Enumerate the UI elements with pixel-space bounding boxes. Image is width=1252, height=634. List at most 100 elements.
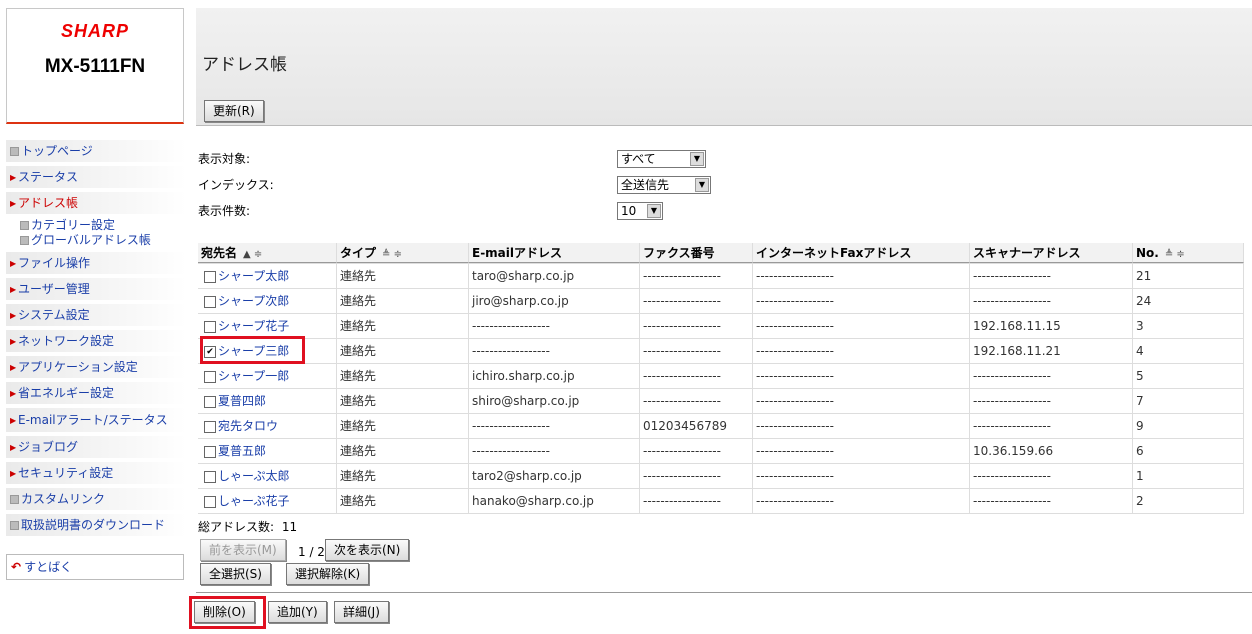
sidebar-item[interactable]: グローバルアドレス帳: [6, 233, 186, 248]
table-cell-fax: ------------------: [640, 389, 753, 413]
table-cell-scanner: ------------------: [970, 389, 1133, 413]
table-cell-ifax: ------------------: [753, 489, 970, 513]
cell-value: ------------------: [973, 294, 1051, 308]
sidebar-item[interactable]: ▶ アプリケーション設定: [6, 356, 186, 378]
total-address-count: 総アドレス数: 11: [198, 518, 297, 535]
display-count-select[interactable]: 10 ▼: [617, 202, 663, 220]
cell-value: ------------------: [973, 369, 1051, 383]
next-page-button[interactable]: 次を表示(N): [325, 539, 410, 561]
row-checkbox[interactable]: [204, 270, 216, 283]
contact-name-link[interactable]: 夏普五郎: [218, 444, 266, 458]
table-cell-no: 6: [1133, 439, 1244, 463]
delete-button[interactable]: 削除(O): [194, 601, 255, 623]
row-checkbox[interactable]: [204, 470, 216, 483]
row-checkbox[interactable]: [204, 445, 216, 458]
row-checkbox[interactable]: [204, 370, 216, 383]
cell-value: 連絡先: [340, 369, 377, 383]
contact-name-link[interactable]: 夏普四郎: [218, 394, 266, 408]
triangle-bullet-icon: ▶: [10, 388, 17, 398]
column-header[interactable]: タイプ ≜ ≑: [337, 243, 469, 263]
table-cell-scanner: ------------------: [970, 464, 1133, 488]
column-header[interactable]: インターネットFaxアドレス: [753, 243, 970, 263]
sidebar-item[interactable]: ▶ ネットワーク設定: [6, 330, 186, 352]
sort-icon[interactable]: ≜ ≑: [382, 249, 402, 260]
contact-name-link[interactable]: しゃーぷ太郎: [218, 469, 290, 483]
contact-name-link[interactable]: シャープ一郎: [218, 369, 289, 383]
column-header-label: スキャナーアドレス: [973, 246, 1081, 260]
sidebar-item-label: アドレス帳: [18, 196, 79, 210]
cell-value: 6: [1136, 444, 1144, 458]
display-target-select[interactable]: すべて ▼: [617, 150, 706, 168]
table-cell-name: しゃーぷ太郎: [198, 464, 337, 488]
sidebar-item[interactable]: ▶ ジョブログ: [6, 436, 186, 458]
display-count-value: 10: [621, 204, 637, 218]
cell-value: ------------------: [973, 469, 1051, 483]
table-cell-fax: 01203456789: [640, 414, 753, 438]
column-header[interactable]: E-mailアドレス: [469, 243, 640, 263]
sidebar-item[interactable]: ▶ セキュリティ設定: [6, 462, 186, 484]
sidebar-item[interactable]: 取扱説明書のダウンロード: [6, 514, 186, 536]
select-all-button[interactable]: 全選択(S): [200, 563, 271, 585]
sidebar-item[interactable]: ▶ ユーザー管理: [6, 278, 186, 300]
table-cell-type: 連絡先: [337, 339, 469, 363]
row-checkbox[interactable]: [204, 320, 216, 333]
cell-value: ------------------: [756, 444, 834, 458]
sidebar-item[interactable]: ▶ ファイル操作: [6, 252, 186, 274]
contact-name-link[interactable]: シャープ次郎: [218, 294, 289, 308]
sidebar-item[interactable]: トップページ: [6, 140, 186, 162]
cell-value: ------------------: [973, 394, 1051, 408]
contact-name-link[interactable]: しゃーぷ花子: [218, 494, 290, 508]
column-header[interactable]: No. ≜ ≑: [1133, 243, 1244, 263]
cell-value: 24: [1136, 294, 1152, 308]
sidebar-item[interactable]: ▶ システム設定: [6, 304, 186, 326]
cell-value: taro@sharp.co.jp: [472, 269, 575, 283]
table-cell-type: 連絡先: [337, 289, 469, 313]
table-cell-scanner: 192.168.11.15: [970, 314, 1133, 338]
cell-value: hanako@sharp.co.jp: [472, 494, 594, 508]
row-checkbox[interactable]: ✔: [204, 345, 216, 358]
contact-name-link[interactable]: シャープ三郎: [218, 344, 289, 358]
sidebar-item[interactable]: ▶ 省エネルギー設定: [6, 382, 186, 404]
triangle-bullet-icon: ▶: [10, 468, 17, 478]
sumaho-link[interactable]: ↶ すとばく: [6, 554, 184, 580]
sidebar-item[interactable]: ▶ ステータス: [6, 166, 186, 188]
page-header: アドレス帳 更新(R): [196, 8, 1252, 126]
sidebar-item-label: 取扱説明書のダウンロード: [21, 518, 166, 532]
detail-button[interactable]: 詳細(J): [334, 601, 389, 623]
table-cell-no: 2: [1133, 489, 1244, 513]
sidebar-item[interactable]: カテゴリー設定: [6, 218, 186, 233]
cell-value: ------------------: [472, 319, 550, 333]
cell-value: 連絡先: [340, 319, 377, 333]
cell-value: 7: [1136, 394, 1144, 408]
total-label: 総アドレス数:: [198, 520, 275, 534]
table-cell-fax: ------------------: [640, 439, 753, 463]
sidebar-item[interactable]: ▶ E-mailアラート/ステータス: [6, 408, 186, 432]
cell-value: 2: [1136, 494, 1144, 508]
sort-icon[interactable]: ≜ ≑: [1165, 249, 1185, 260]
table-row: 夏普四郎 連絡先 shiro@sharp.co.jp ----------------…: [198, 389, 1244, 414]
table-cell-name: 宛先タロウ: [198, 414, 337, 438]
column-header[interactable]: スキャナーアドレス: [970, 243, 1133, 263]
row-checkbox[interactable]: [204, 495, 216, 508]
sidebar-item[interactable]: カスタムリンク: [6, 488, 186, 510]
index-select[interactable]: 全送信先 ▼: [617, 176, 711, 194]
contact-name-link[interactable]: 宛先タロウ: [218, 419, 278, 433]
row-checkbox[interactable]: [204, 295, 216, 308]
column-header[interactable]: ファクス番号: [640, 243, 753, 263]
sidebar-item-label: カスタムリンク: [21, 492, 106, 506]
deselect-all-button[interactable]: 選択解除(K): [286, 563, 370, 585]
column-header-label: タイプ: [340, 246, 377, 260]
row-checkbox[interactable]: [204, 420, 216, 433]
contact-name-link[interactable]: シャープ花子: [218, 319, 289, 333]
sort-icon[interactable]: ▲ ≑: [243, 249, 262, 260]
contact-name-link[interactable]: シャープ太郎: [218, 269, 289, 283]
sidebar-item[interactable]: ▶ アドレス帳: [6, 192, 186, 214]
add-button[interactable]: 追加(Y): [268, 601, 327, 623]
column-header[interactable]: 宛先名 ▲ ≑: [198, 243, 337, 263]
table-row: 宛先タロウ 連絡先 ------------------ 01203456789 ---…: [198, 414, 1244, 439]
table-row: しゃーぷ太郎 連絡先 taro2@sharp.co.jp --------------…: [198, 464, 1244, 489]
table-cell-type: 連絡先: [337, 439, 469, 463]
row-checkbox[interactable]: [204, 395, 216, 408]
refresh-button[interactable]: 更新(R): [204, 100, 264, 122]
prev-page-button[interactable]: 前を表示(M): [200, 539, 286, 561]
